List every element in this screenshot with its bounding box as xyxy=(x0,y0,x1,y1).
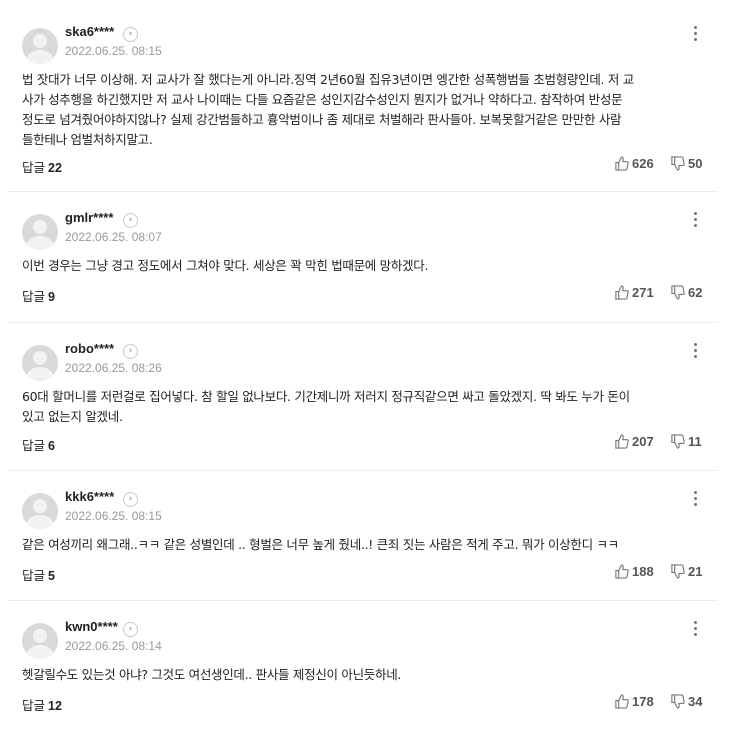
like-button[interactable]: 207 xyxy=(614,434,654,449)
avatar[interactable] xyxy=(22,28,58,64)
comment-date: 2022.06.25. 08:14 xyxy=(65,639,162,653)
comment-date: 2022.06.25. 08:15 xyxy=(65,509,162,523)
dislike-button[interactable]: 50 xyxy=(670,156,702,171)
username[interactable]: kkk6**** xyxy=(65,489,114,504)
dislike-button[interactable]: 11 xyxy=(670,434,702,449)
thumbs-up-icon xyxy=(615,156,629,171)
comment-date: 2022.06.25. 08:26 xyxy=(65,361,162,375)
username[interactable]: kwn0**** xyxy=(65,619,118,634)
chevron-right-icon[interactable]: › xyxy=(123,622,138,637)
more-options-icon[interactable] xyxy=(692,489,698,509)
chevron-right-icon[interactable]: › xyxy=(123,27,138,42)
reply-count: 12 xyxy=(48,699,62,713)
username[interactable]: robo**** xyxy=(65,341,114,356)
comment-text: 같은 여성끼리 왜그래..ㅋㅋ 같은 성별인데 .. 형벌은 너무 높게 줬네.… xyxy=(22,537,619,552)
comment-item: ska6**** › 2022.06.25. 08:15 법 잣대가 너무 이상… xyxy=(8,6,718,192)
comment-item: kkk6**** › 2022.06.25. 08:15 같은 여성끼리 왜그래… xyxy=(8,471,718,601)
thumbs-down-icon xyxy=(671,156,685,171)
comment-list: ska6**** › 2022.06.25. 08:15 법 잣대가 너무 이상… xyxy=(0,0,743,740)
comment-text: 이번 경우는 그냥 경고 정도에서 그쳐야 맞다. 세상은 꽉 막힌 법때문에 … xyxy=(22,258,429,273)
reply-count: 5 xyxy=(48,569,55,583)
comment-date: 2022.06.25. 08:07 xyxy=(65,230,162,244)
chevron-right-icon[interactable]: › xyxy=(123,492,138,507)
dislike-button[interactable]: 34 xyxy=(670,694,702,709)
reply-count: 9 xyxy=(48,290,55,304)
dislike-button[interactable]: 62 xyxy=(670,285,702,300)
more-options-icon[interactable] xyxy=(692,210,698,230)
thumbs-up-icon xyxy=(615,564,629,579)
more-options-icon[interactable] xyxy=(692,619,698,639)
reply-button[interactable]: 답글 9 xyxy=(22,286,55,305)
thumbs-down-icon xyxy=(671,434,685,449)
reply-button[interactable]: 답글 5 xyxy=(22,565,55,584)
dislike-button[interactable]: 21 xyxy=(670,564,702,579)
reply-button[interactable]: 답글 6 xyxy=(22,435,55,454)
avatar[interactable] xyxy=(22,493,58,529)
thumbs-down-icon xyxy=(671,285,685,300)
like-button[interactable]: 271 xyxy=(614,285,654,300)
reply-button[interactable]: 답글 12 xyxy=(22,695,62,714)
like-button[interactable]: 188 xyxy=(614,564,654,579)
thumbs-down-icon xyxy=(671,564,685,579)
comment-item: kwn0**** › 2022.06.25. 08:14 헷갈릴수도 있는것 아… xyxy=(8,601,718,736)
reply-count: 22 xyxy=(48,161,62,175)
thumbs-down-icon xyxy=(671,694,685,709)
username[interactable]: gmlr**** xyxy=(65,210,113,225)
comment-item: gmlr**** › 2022.06.25. 08:07 이번 경우는 그냥 경… xyxy=(8,192,718,323)
username[interactable]: ska6**** xyxy=(65,24,114,39)
chevron-right-icon[interactable]: › xyxy=(123,344,138,359)
thumbs-up-icon xyxy=(615,434,629,449)
chevron-right-icon[interactable]: › xyxy=(123,213,138,228)
comment-text: 법 잣대가 너무 이상해. 저 교사가 잘 했다는게 아니라.징역 2년60월 … xyxy=(22,72,634,147)
avatar[interactable] xyxy=(22,214,58,250)
reply-count: 6 xyxy=(48,439,55,453)
comment-date: 2022.06.25. 08:15 xyxy=(65,44,162,58)
comment-text: 60대 할머니를 저런걸로 집어넣다. 참 할일 없나보다. 기간제니까 저러지… xyxy=(22,389,630,424)
avatar[interactable] xyxy=(22,345,58,381)
comment-text: 헷갈릴수도 있는것 아냐? 그것도 여선생인데.. 판사들 제정신이 아닌듯하네… xyxy=(22,667,402,682)
comment-item: robo**** › 2022.06.25. 08:26 60대 할머니를 저런… xyxy=(8,323,718,471)
thumbs-up-icon xyxy=(615,694,629,709)
thumbs-up-icon xyxy=(615,285,629,300)
like-button[interactable]: 178 xyxy=(614,694,654,709)
like-button[interactable]: 626 xyxy=(614,156,654,171)
reply-button[interactable]: 답글 22 xyxy=(22,157,62,176)
more-options-icon[interactable] xyxy=(692,24,698,44)
avatar[interactable] xyxy=(22,623,58,659)
more-options-icon[interactable] xyxy=(692,341,698,361)
